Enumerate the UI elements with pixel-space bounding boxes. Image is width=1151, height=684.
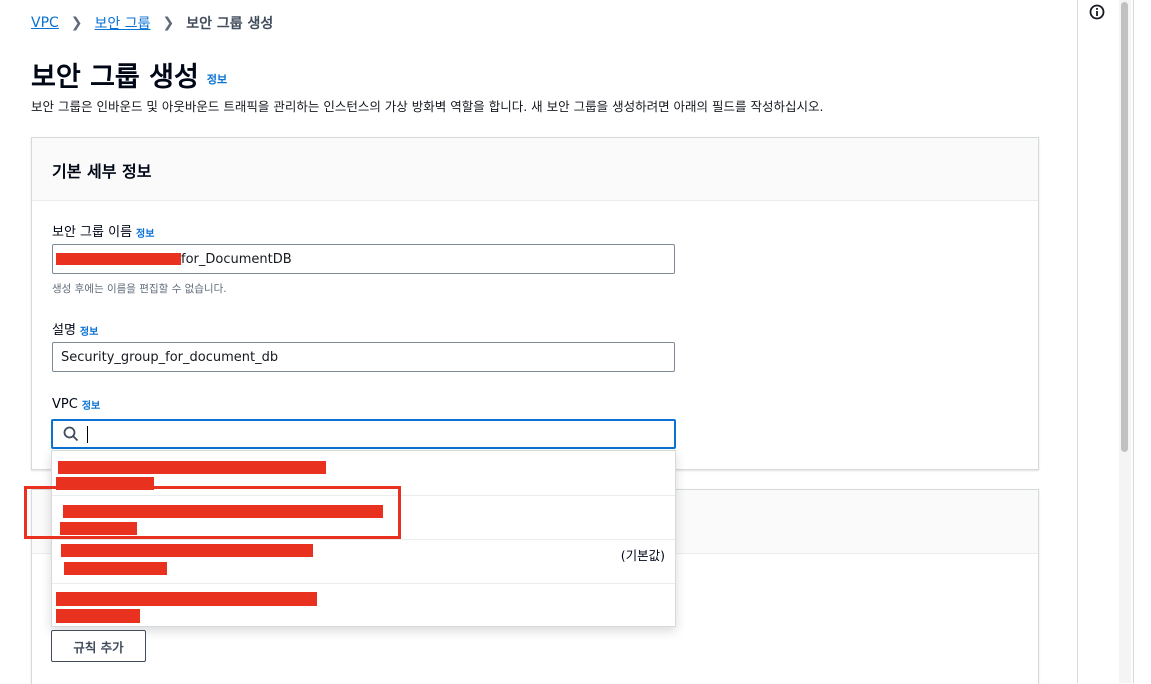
sg-description-value: Security_group_for_document_db (61, 349, 279, 365)
page-title: 보안 그룹 생성 정보 (31, 55, 227, 94)
search-icon (63, 426, 79, 442)
sg-description-input[interactable]: Security_group_for_document_db (52, 342, 675, 372)
highlight-box (24, 486, 401, 539)
chevron-right-icon: ❯ (162, 15, 175, 31)
redacted-block (56, 592, 317, 606)
text-caret (87, 425, 88, 443)
sg-desc-info-link[interactable]: 정보 (80, 327, 98, 338)
redacted-block (56, 609, 140, 623)
redacted-block (58, 461, 326, 474)
main-content: VPC ❯ 보안 그룹 ❯ 보안 그룹 생성 보안 그룹 생성 정보 보안 그룹은… (0, 0, 1077, 684)
redacted-block (61, 544, 313, 557)
breadcrumb-vpc-link[interactable]: VPC (31, 15, 59, 31)
vpc-label: VPC 정보 (52, 397, 100, 412)
sg-desc-label-text: 설명 (52, 323, 76, 338)
vpc-info-link[interactable]: 정보 (82, 401, 100, 412)
breadcrumb: VPC ❯ 보안 그룹 ❯ 보안 그룹 생성 (31, 13, 273, 33)
default-tag: (기본값) (620, 548, 665, 563)
vpc-option[interactable] (52, 583, 675, 627)
page-title-text: 보안 그룹 생성 (31, 62, 199, 93)
redacted-block (64, 562, 167, 575)
basic-details-heading: 기본 세부 정보 (52, 162, 152, 181)
sg-name-value: for_DocumentDB (181, 251, 292, 267)
vpc-search-input[interactable] (51, 419, 676, 449)
sg-name-label: 보안 그룹 이름 정보 (52, 221, 154, 240)
scrollbar-thumb[interactable] (1121, 2, 1128, 452)
sg-name-info-link[interactable]: 정보 (136, 229, 154, 240)
info-icon[interactable] (1089, 4, 1105, 20)
help-panel-rail (1077, 0, 1151, 683)
page-description: 보안 그룹은 인바운드 및 아웃바운드 트래픽을 관리하는 인스턴스의 가상 방… (31, 99, 824, 114)
chevron-right-icon: ❯ (70, 15, 83, 31)
breadcrumb-current: 보안 그룹 생성 (186, 16, 274, 32)
redacted-block (56, 253, 181, 265)
vpc-option-default[interactable]: (기본값) (52, 539, 675, 584)
sg-name-label-text: 보안 그룹 이름 (52, 225, 133, 240)
sg-name-input[interactable]: for_DocumentDB (52, 244, 675, 274)
breadcrumb-security-groups-link[interactable]: 보안 그룹 (95, 13, 151, 33)
divider (1133, 0, 1134, 683)
basic-details-header: 기본 세부 정보 (32, 138, 1038, 201)
title-info-link[interactable]: 정보 (207, 73, 227, 86)
sg-name-hint: 생성 후에는 이름을 편집할 수 없습니다. (52, 283, 227, 295)
add-rule-button[interactable]: 규칙 추가 (51, 630, 146, 662)
vpc-label-text: VPC (52, 397, 78, 412)
sg-desc-label: 설명 정보 (52, 319, 98, 338)
